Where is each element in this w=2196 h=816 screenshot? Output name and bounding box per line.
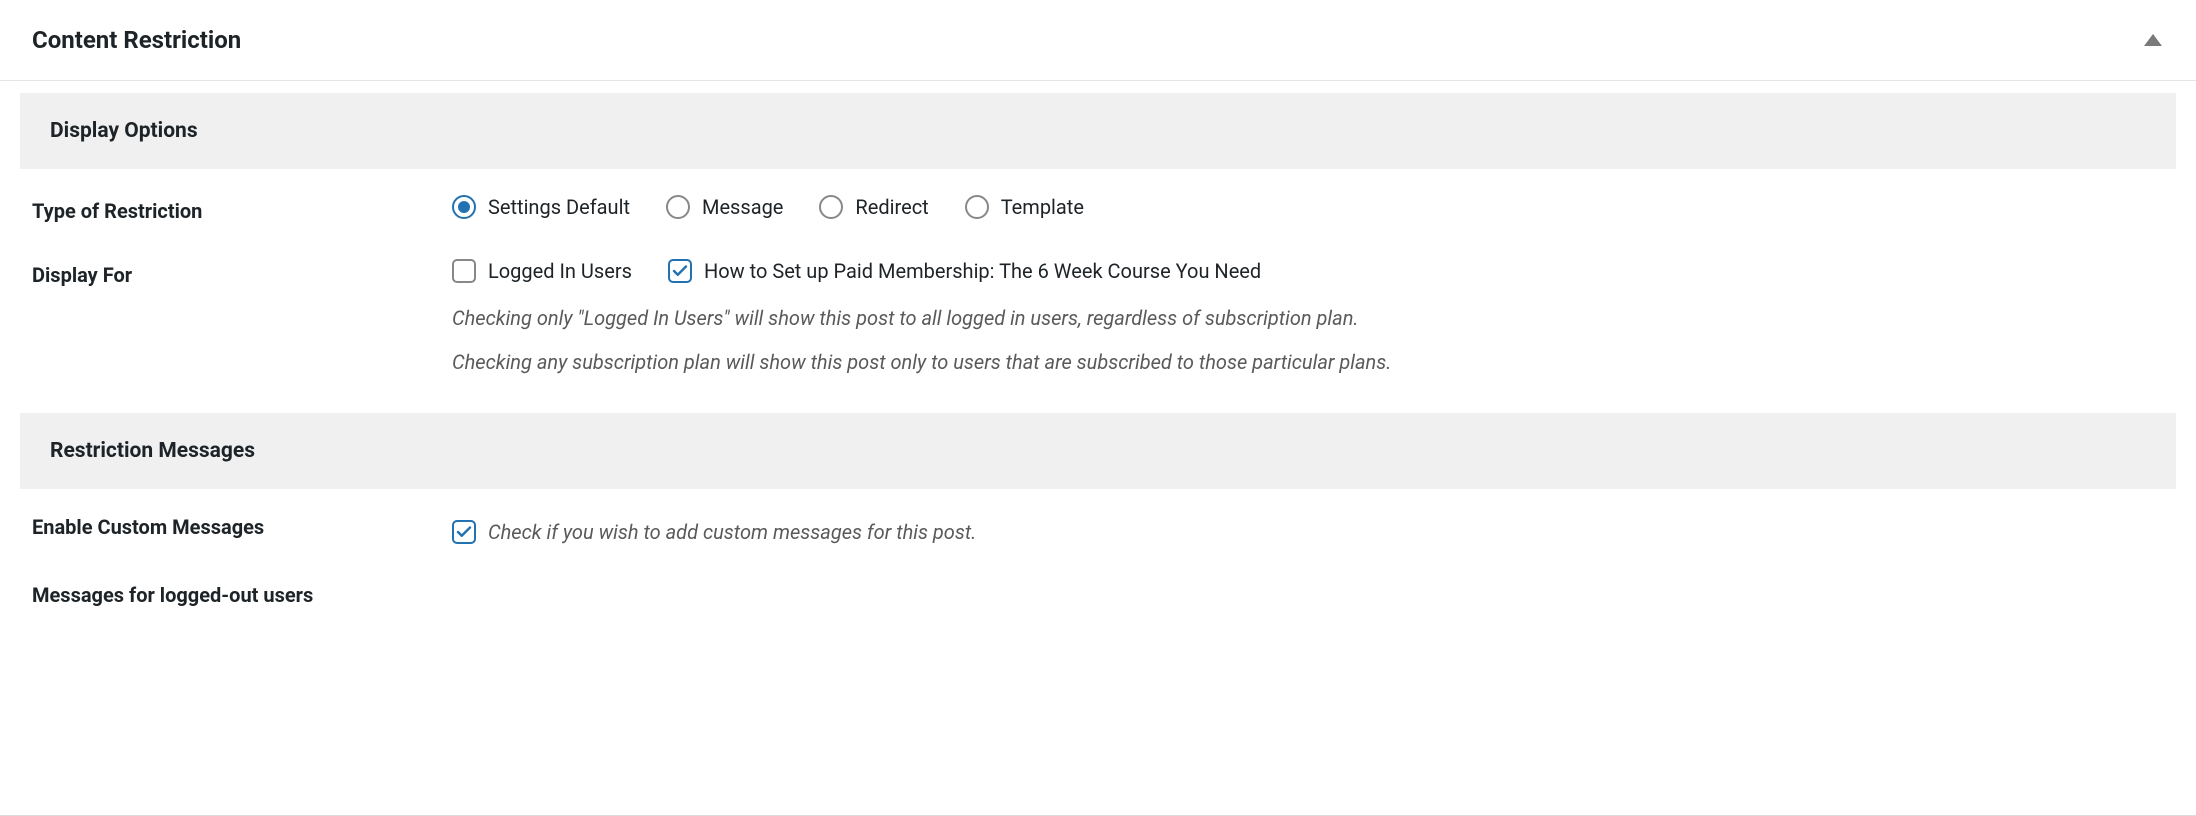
panel-header[interactable]: Content Restriction: [0, 0, 2196, 81]
check-icon: [671, 262, 689, 280]
display-for-hint-2: Checking any subscription plan will show…: [452, 345, 2166, 379]
checkbox-input[interactable]: [452, 520, 476, 544]
radio-settings-default[interactable]: Settings Default: [452, 195, 630, 219]
radio-label: Settings Default: [488, 195, 630, 219]
display-for-hint-1: Checking only "Logged In Users" will sho…: [452, 301, 2166, 335]
radio-label: Template: [1001, 195, 1084, 219]
checkbox-logged-in-users[interactable]: Logged In Users: [452, 259, 632, 283]
checkbox-enable-custom-messages[interactable]: Check if you wish to add custom messages…: [452, 515, 2146, 549]
type-of-restriction-row: Type of Restriction Settings Default Mes…: [0, 169, 2196, 233]
display-for-options: Logged In Users How to Set up Paid Membe…: [452, 259, 2166, 283]
type-of-restriction-options: Settings Default Message Redirect Templa…: [452, 195, 2166, 219]
restriction-messages-heading: Restriction Messages: [20, 413, 2176, 489]
display-for-row: Display For Logged In Users How to Set u…: [0, 233, 2196, 389]
radio-label: Message: [702, 195, 783, 219]
radio-input[interactable]: [452, 195, 476, 219]
check-icon: [455, 523, 473, 541]
content-restriction-panel: Content Restriction Display Options Type…: [0, 0, 2196, 816]
checkbox-label: Check if you wish to add custom messages…: [488, 515, 976, 549]
radio-input[interactable]: [965, 195, 989, 219]
panel-title: Content Restriction: [32, 26, 241, 54]
radio-input[interactable]: [819, 195, 843, 219]
radio-message[interactable]: Message: [666, 195, 783, 219]
radio-input[interactable]: [666, 195, 690, 219]
enable-custom-messages-row: Enable Custom Messages Check if you wish…: [0, 489, 2196, 559]
checkbox-label: Logged In Users: [488, 259, 632, 283]
radio-template[interactable]: Template: [965, 195, 1084, 219]
checkbox-input[interactable]: [452, 259, 476, 283]
display-options-heading: Display Options: [20, 93, 2176, 169]
radio-redirect[interactable]: Redirect: [819, 195, 928, 219]
radio-label: Redirect: [855, 195, 928, 219]
collapse-icon[interactable]: [2144, 34, 2162, 46]
checkbox-input[interactable]: [668, 259, 692, 283]
type-of-restriction-label: Type of Restriction: [32, 195, 452, 223]
checkbox-subscription-plan[interactable]: How to Set up Paid Membership: The 6 Wee…: [668, 259, 1261, 283]
enable-custom-messages-label: Enable Custom Messages: [32, 515, 452, 539]
messages-logged-out-heading: Messages for logged-out users: [0, 559, 2196, 617]
display-for-label: Display For: [32, 259, 452, 287]
checkbox-label: How to Set up Paid Membership: The 6 Wee…: [704, 259, 1261, 283]
